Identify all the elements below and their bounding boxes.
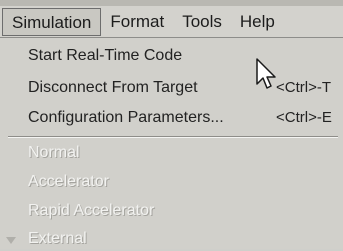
menu-item-shortcut: <Ctrl>-E (276, 109, 332, 126)
simulation-dropdown-menu: Start Real-Time Code Disconnect From Tar… (0, 37, 343, 249)
menu-item-configuration-parameters[interactable]: Configuration Parameters... <Ctrl>-E (0, 106, 343, 130)
menu-item-disconnect-from-target[interactable]: Disconnect From Target <Ctrl>-T (0, 76, 343, 100)
menu-item-shortcut: <Ctrl>-T (276, 79, 332, 96)
menu-item-label: Start Real-Time Code (28, 47, 183, 64)
menu-help[interactable]: Help (231, 8, 284, 36)
menu-separator (8, 136, 338, 138)
menu-item-label: External (28, 230, 87, 247)
mouse-pointer-icon (256, 58, 276, 89)
menu-item-label: Normal (28, 144, 80, 161)
menu-item-start-real-time-code[interactable]: Start Real-Time Code (0, 44, 343, 68)
menu-item-external[interactable]: External (0, 227, 343, 251)
menu-simulation[interactable]: Simulation (2, 8, 102, 36)
menu-item-normal[interactable]: Normal (0, 141, 343, 165)
menu-item-label: Disconnect From Target (28, 79, 198, 96)
menu-item-accelerator[interactable]: Accelerator (0, 170, 343, 194)
menu-bar: Simulation Format Tools Help (0, 6, 343, 38)
menu-item-rapid-accelerator[interactable]: Rapid Accelerator (0, 199, 343, 223)
menu-item-label: Accelerator (28, 173, 109, 190)
menu-item-label: Configuration Parameters... (28, 109, 224, 126)
radio-indicator-icon (6, 237, 16, 244)
menu-item-label: Rapid Accelerator (28, 202, 155, 219)
menu-tools[interactable]: Tools (173, 8, 231, 36)
menu-format[interactable]: Format (101, 8, 173, 36)
